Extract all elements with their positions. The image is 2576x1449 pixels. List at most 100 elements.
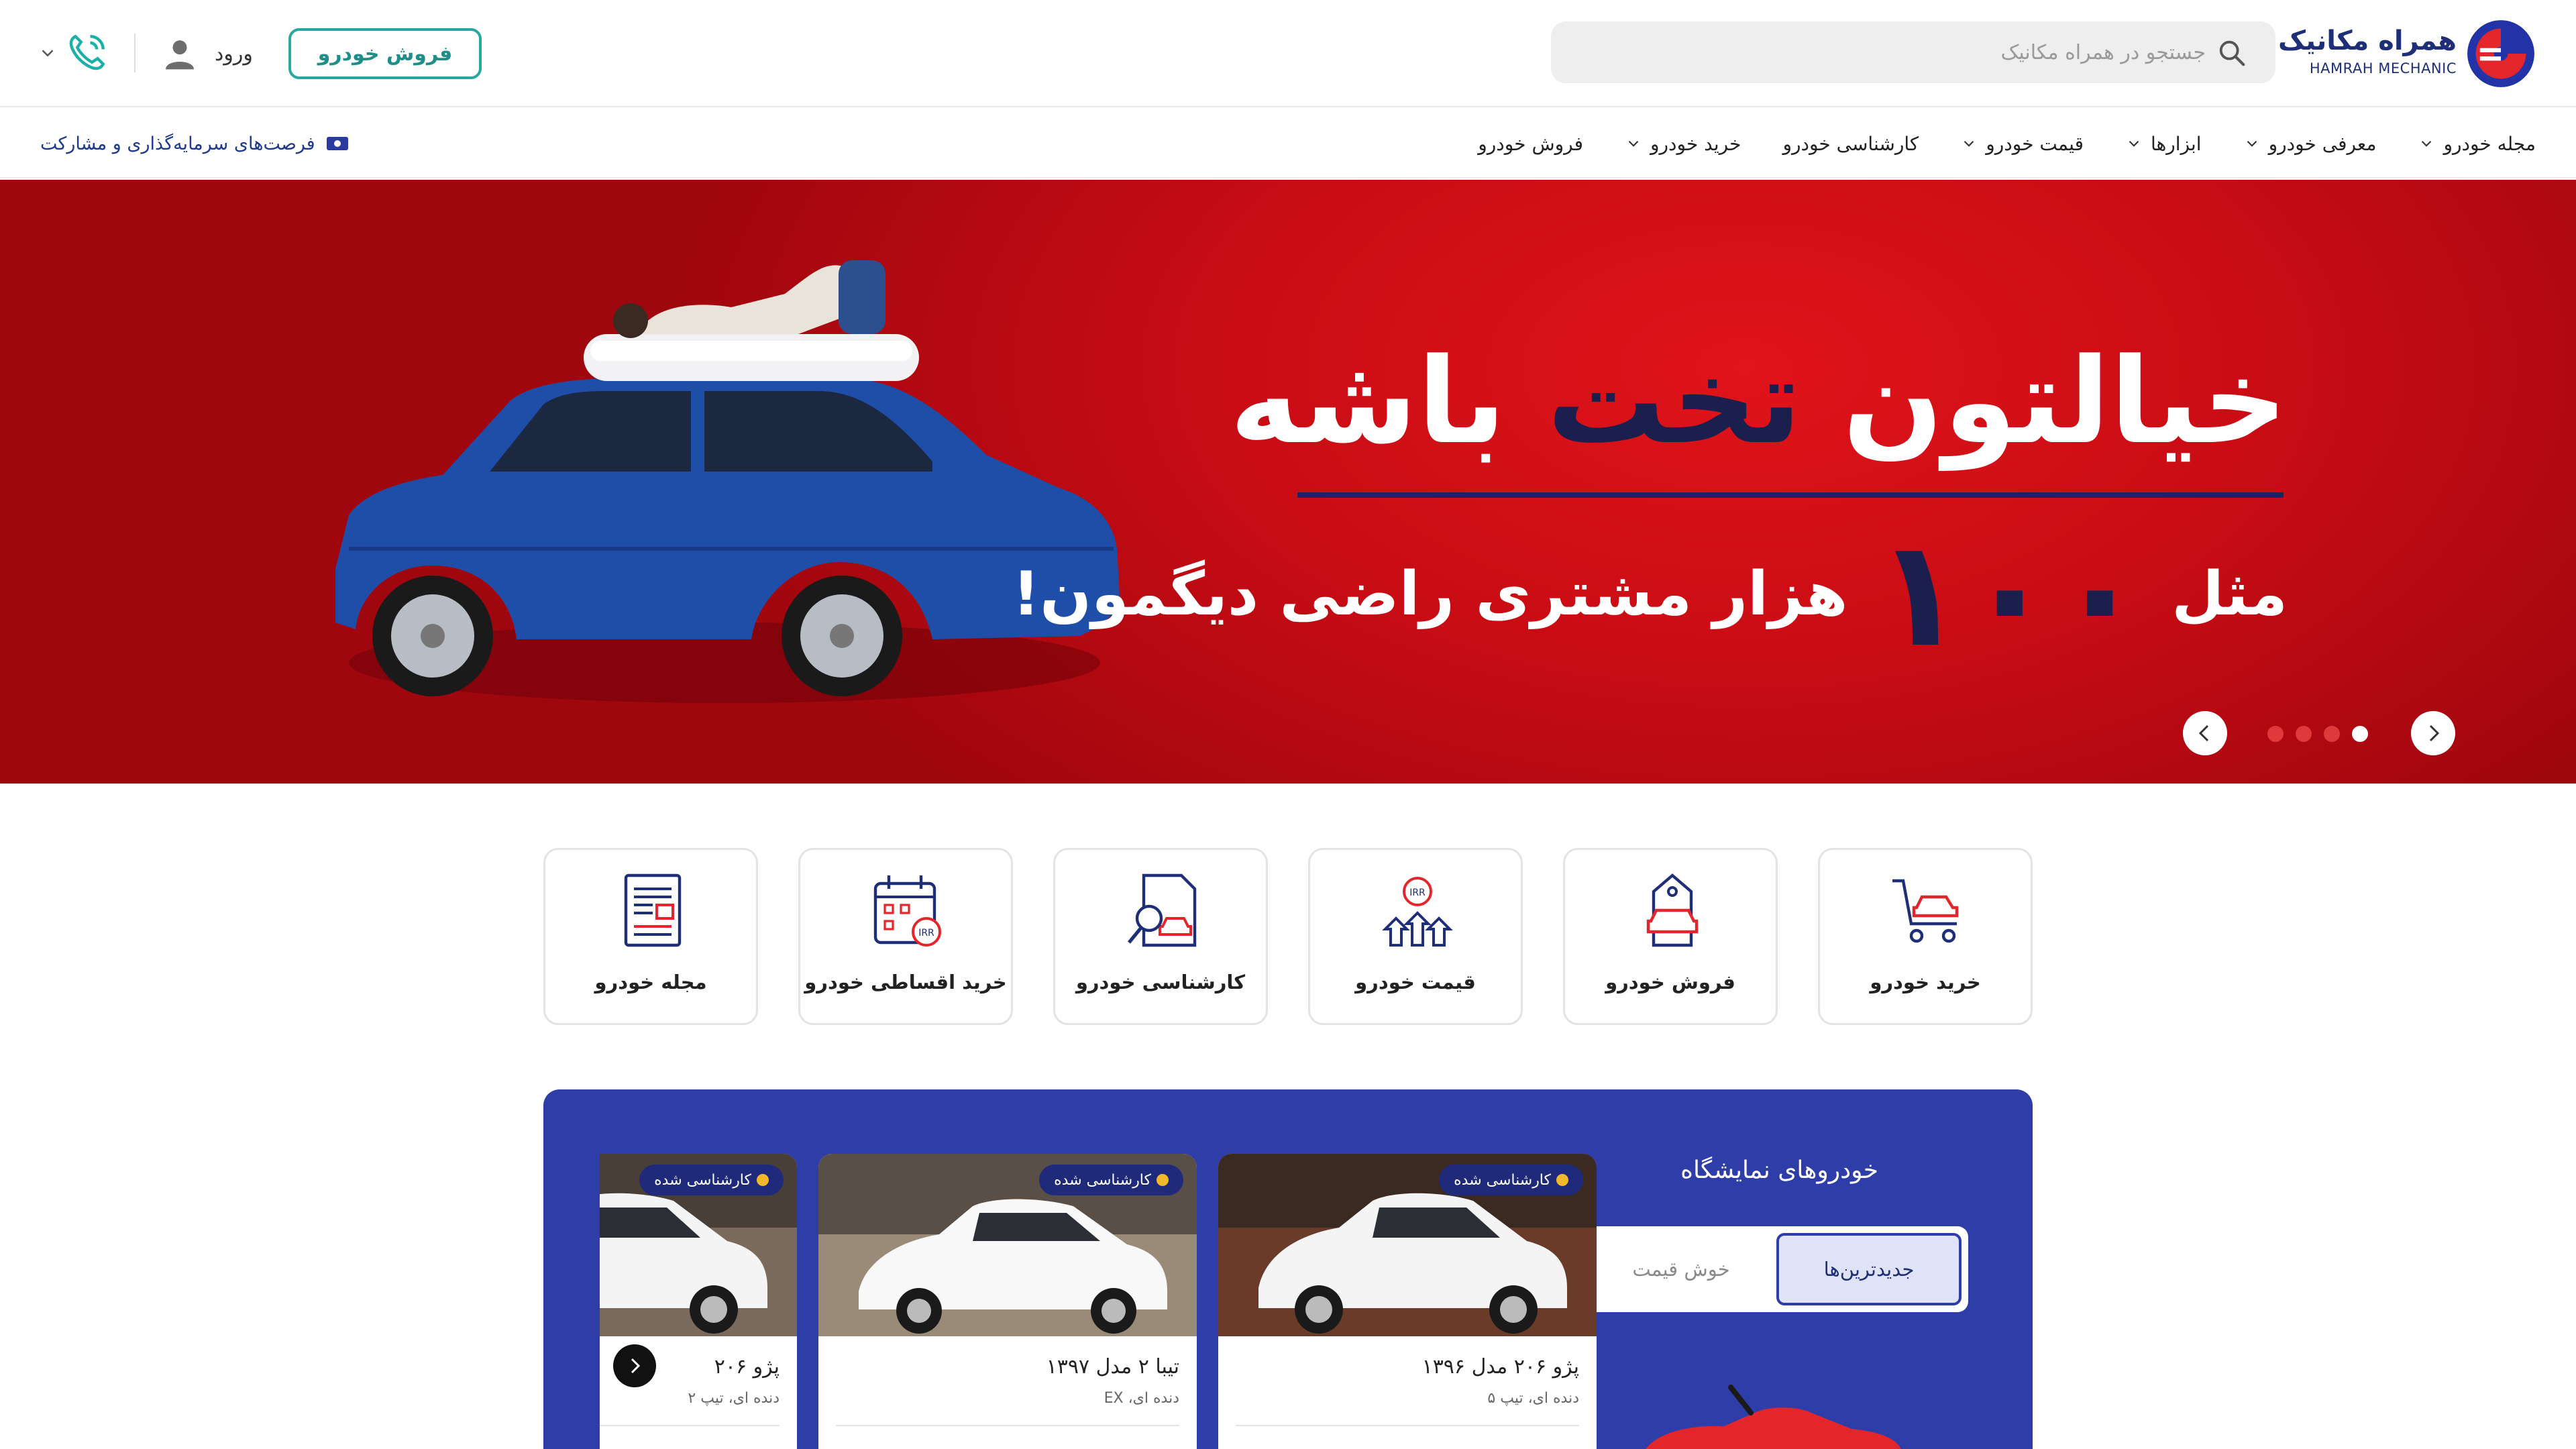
nav-tools[interactable]: ابزارها bbox=[2125, 133, 2202, 155]
logo-mark-icon bbox=[2467, 20, 2534, 87]
badge-star-icon bbox=[1157, 1174, 1169, 1186]
card-divider bbox=[1236, 1425, 1579, 1426]
sell-car-button[interactable]: فروش خودرو bbox=[288, 28, 482, 79]
showroom-panel: خودروهای نمایشگاه جدیدترین‌ها خوش قیمت ک… bbox=[543, 1089, 2033, 1449]
tab-good-price[interactable]: خوش قیمت bbox=[1589, 1233, 1774, 1305]
cart-car-icon bbox=[1892, 879, 1959, 943]
service-label: خرید اقساطی خودرو bbox=[804, 971, 1007, 994]
inspection-doc-icon bbox=[1127, 873, 1197, 947]
chevron-down-icon bbox=[2129, 140, 2139, 147]
svg-text:IRR: IRR bbox=[918, 928, 934, 938]
hero-dot[interactable] bbox=[2267, 726, 2284, 742]
money-icon bbox=[326, 137, 348, 150]
inspected-badge: کارشناسی شده bbox=[639, 1165, 784, 1195]
car-card[interactable]: کارشناسی شده تیبا ۲ مدل ۱۳۹۷ دنده ای، EX bbox=[818, 1154, 1197, 1449]
cars-carousel: کارشناسی شده پژو ۲۰۶ مدل ۱۳۹۶ دنده ای، ت… bbox=[600, 1089, 1599, 1449]
chevron-down-icon bbox=[1964, 140, 1974, 147]
hero-dot-active[interactable] bbox=[2352, 726, 2368, 742]
hero-subtitle: مثل ۱۰۰ هزار مشتری راضی دیگمون! bbox=[1012, 520, 2288, 667]
site-header: همراه مکانیک HAMRAH MECHANIC فروش خودرو … bbox=[0, 0, 2576, 107]
chevron-down-icon bbox=[2247, 140, 2257, 147]
car-card[interactable]: کارشناسی شده پژو ۲۰۶ مدل ۱۳۹۶ دنده ای، ت… bbox=[1218, 1154, 1597, 1449]
hero-title-part1: خیالتون bbox=[1842, 333, 2289, 470]
search-input[interactable] bbox=[1602, 21, 2206, 83]
car-details: دنده ای، EX bbox=[1104, 1390, 1179, 1407]
services-grid: خرید خودرو فروش خودرو IRR قیمت خودرو کار… bbox=[543, 848, 2033, 1025]
car-details: دنده ای، تیپ ۲ bbox=[688, 1390, 780, 1407]
badge-star-icon bbox=[1556, 1174, 1568, 1186]
login-link[interactable]: ورود bbox=[161, 32, 253, 75]
nav-sell-car[interactable]: فروش خودرو bbox=[1478, 133, 1583, 155]
irr-chart-icon: IRR bbox=[1382, 877, 1453, 947]
nav-car-inspection[interactable]: کارشناسی خودرو bbox=[1782, 133, 1919, 155]
badge-label: کارشناسی شده bbox=[654, 1171, 751, 1189]
showroom-title: خودروهای نمایشگاه bbox=[1680, 1157, 1878, 1184]
carousel-next-button[interactable] bbox=[613, 1344, 656, 1387]
showroom-tabs: جدیدترین‌ها خوش قیمت bbox=[1582, 1226, 1968, 1312]
logo-text-en: HAMRAH MECHANIC bbox=[2309, 60, 2457, 76]
hero-pagination bbox=[2267, 726, 2368, 742]
chevron-left-icon bbox=[2198, 724, 2209, 742]
service-car-magazine[interactable]: مجله خودرو bbox=[543, 848, 758, 1025]
service-label: کارشناسی خودرو bbox=[1075, 971, 1246, 994]
search-icon[interactable] bbox=[2216, 38, 2247, 68]
inspected-badge: کارشناسی شده bbox=[1039, 1165, 1183, 1195]
chevron-right-icon bbox=[631, 1358, 641, 1374]
hero-prev-button[interactable] bbox=[2411, 711, 2455, 755]
svg-text:IRR: IRR bbox=[1409, 888, 1426, 898]
hero-title-highlight: تخت bbox=[1547, 333, 1803, 470]
inspected-badge: کارشناسی شده bbox=[1439, 1165, 1583, 1195]
logo-text-fa: همراه مکانیک bbox=[2277, 25, 2457, 56]
hero-title: خیالتون تخت باشه bbox=[1230, 333, 2289, 470]
nav-car-price[interactable]: قیمت خودرو bbox=[1960, 133, 2084, 155]
service-label: فروش خودرو bbox=[1605, 971, 1735, 994]
nav-label: ابزارها bbox=[2150, 132, 2202, 155]
nav-label: کارشناسی خودرو bbox=[1782, 132, 1919, 155]
service-installment-buy[interactable]: IRR خرید اقساطی خودرو bbox=[798, 848, 1013, 1025]
logo[interactable]: همراه مکانیک HAMRAH MECHANIC bbox=[2278, 19, 2536, 89]
service-label: مجله خودرو bbox=[594, 971, 707, 994]
car-card[interactable]: کارشناسی شده پژو ۲۰۶ دنده ای، تیپ ۲ bbox=[600, 1154, 797, 1449]
car-title: پژو ۲۰۶ bbox=[714, 1355, 780, 1379]
header-divider bbox=[134, 34, 136, 72]
tag-car-icon bbox=[1646, 873, 1699, 947]
service-car-price[interactable]: IRR قیمت خودرو bbox=[1308, 848, 1523, 1025]
hero-banner[interactable]: خیالتون تخت باشه مثل ۱۰۰ هزار مشتری راضی… bbox=[0, 180, 2576, 784]
invest-link[interactable]: فرصت‌های سرمایه‌گذاری و مشارکت bbox=[40, 109, 349, 178]
nav-label: قیمت خودرو bbox=[1986, 132, 2084, 155]
red-convertible-illustration bbox=[1646, 1385, 1901, 1449]
support-menu[interactable] bbox=[38, 31, 109, 75]
card-divider bbox=[600, 1425, 780, 1426]
calendar-irr-icon: IRR bbox=[873, 875, 941, 947]
nav-menu: فروش خودرو خرید خودرو کارشناسی خودرو قیم… bbox=[1478, 109, 2536, 178]
chevron-down-icon bbox=[2422, 140, 2432, 147]
nav-car-intro[interactable]: معرفی خودرو bbox=[2243, 133, 2376, 155]
service-sell-car[interactable]: فروش خودرو bbox=[1563, 848, 1778, 1025]
badge-star-icon bbox=[757, 1174, 769, 1186]
nav-label: خرید خودرو bbox=[1650, 132, 1741, 155]
nav-car-magazine[interactable]: مجله خودرو bbox=[2418, 133, 2536, 155]
hero-dot[interactable] bbox=[2324, 726, 2340, 742]
user-icon bbox=[166, 40, 194, 70]
card-divider bbox=[836, 1425, 1179, 1426]
hero-car-image bbox=[335, 260, 1120, 703]
search-box[interactable] bbox=[1551, 21, 2275, 83]
nav-label: مجله خودرو bbox=[2443, 132, 2536, 155]
chevron-down-icon bbox=[1628, 140, 1639, 147]
newspaper-icon bbox=[624, 873, 682, 947]
service-buy-car[interactable]: خرید خودرو bbox=[1818, 848, 2033, 1025]
badge-label: کارشناسی شده bbox=[1454, 1171, 1551, 1189]
service-car-inspection[interactable]: کارشناسی خودرو bbox=[1053, 848, 1268, 1025]
nav-buy-car[interactable]: خرید خودرو bbox=[1625, 133, 1741, 155]
hero-divider bbox=[1297, 492, 2284, 498]
nav-label: فروش خودرو bbox=[1478, 132, 1583, 155]
hero-next-button[interactable] bbox=[2183, 711, 2227, 755]
hero-sub-suffix: هزار مشتری راضی دیگمون! bbox=[1012, 558, 1848, 629]
hero-title-part2: باشه bbox=[1229, 333, 1507, 470]
main-nav: فروش خودرو خرید خودرو کارشناسی خودرو قیم… bbox=[0, 109, 2576, 178]
car-title: تیبا ۲ مدل ۱۳۹۷ bbox=[1046, 1355, 1179, 1379]
car-details: دنده ای، تیپ ۵ bbox=[1487, 1390, 1579, 1407]
hero-dot[interactable] bbox=[2296, 726, 2312, 742]
tab-newest[interactable]: جدیدترین‌ها bbox=[1776, 1233, 1962, 1305]
chevron-right-icon bbox=[2429, 724, 2440, 742]
